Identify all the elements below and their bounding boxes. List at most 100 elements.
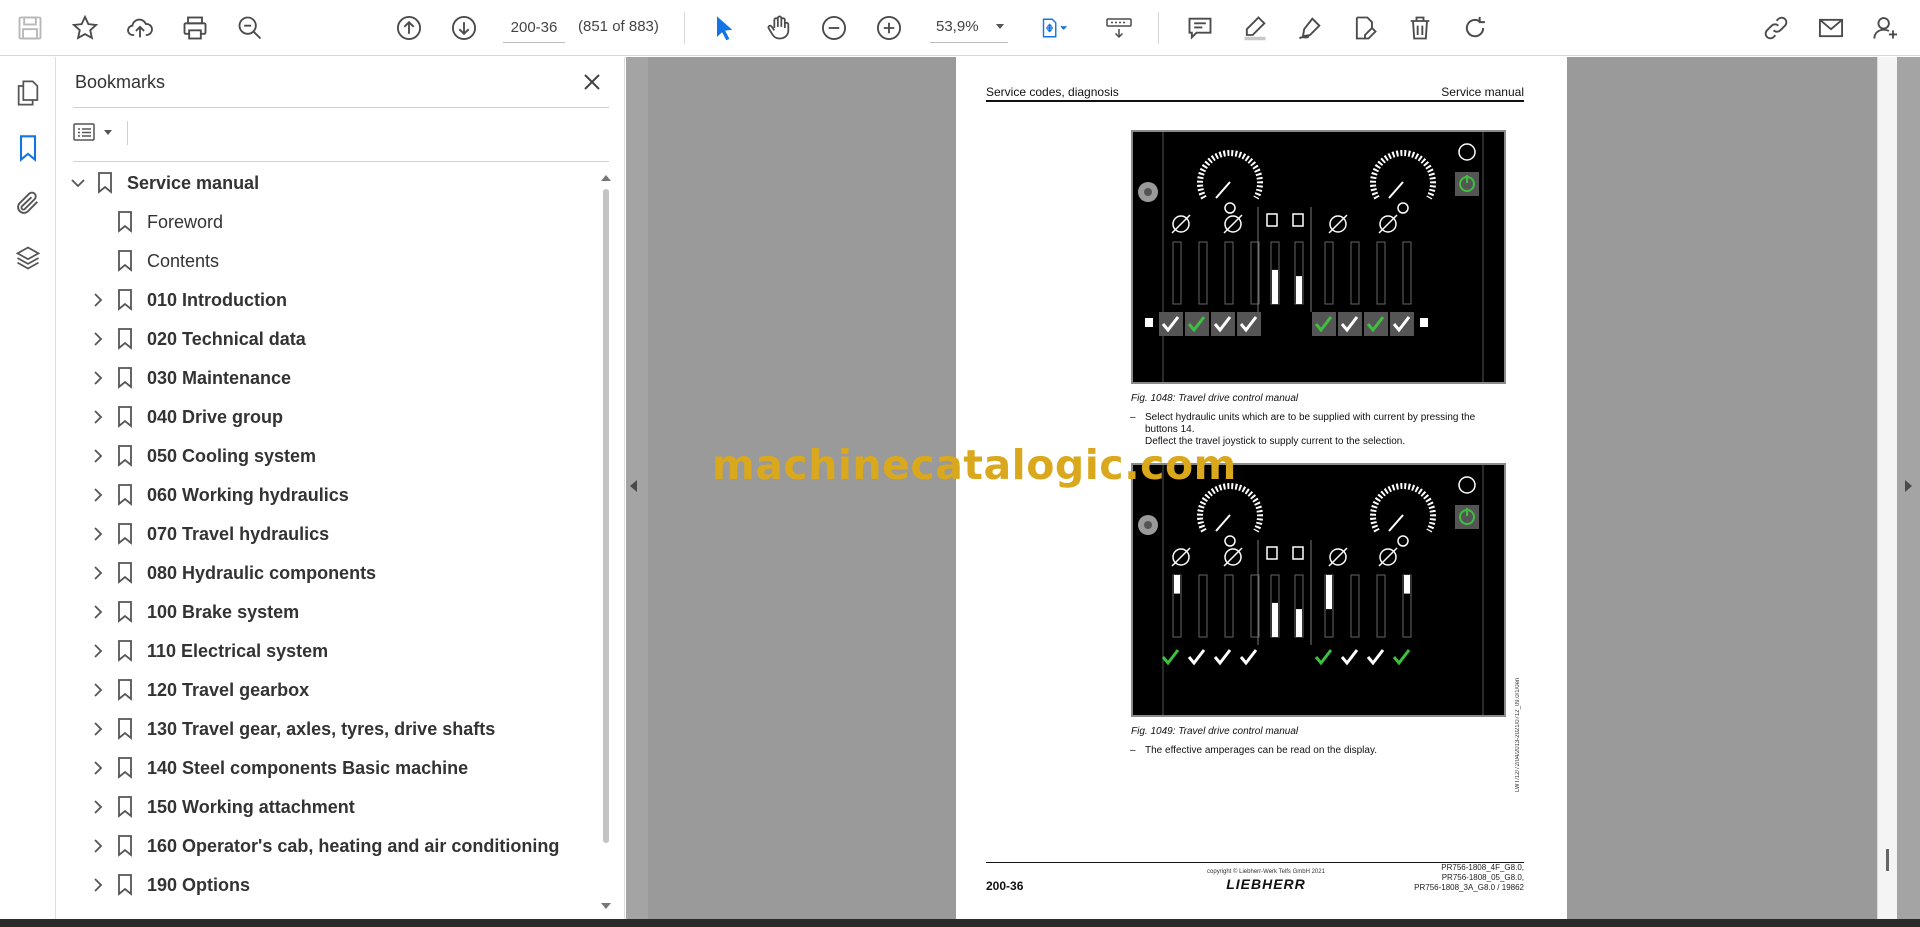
highlight-pen-icon[interactable]: [1237, 10, 1273, 46]
bookmark-item[interactable]: 100 Brake system: [87, 594, 299, 630]
share-link-icon[interactable]: [1758, 10, 1794, 46]
bookmark-label: 080 Hydraulic components: [147, 562, 377, 583]
chevron-right-icon[interactable]: [87, 406, 109, 428]
zoom-out-icon[interactable]: [816, 10, 852, 46]
chevron-right-icon[interactable]: [87, 796, 109, 818]
bookmark-icon: [115, 795, 135, 819]
page-count: (851 of 883): [578, 18, 659, 35]
rotate-redo-icon[interactable]: [1457, 10, 1493, 46]
bookmark-item[interactable]: Foreword: [87, 204, 223, 240]
chevron-right-icon[interactable]: [87, 718, 109, 740]
bookmark-icon: [115, 639, 135, 663]
chevron-right-icon[interactable]: [87, 328, 109, 350]
draw-signature-icon[interactable]: [1292, 10, 1328, 46]
figure-1048-text-1: Select hydraulic units which are to be s…: [1145, 412, 1476, 435]
bookmark-label: 140 Steel components Basic machine: [147, 757, 469, 778]
bookmark-item[interactable]: 020 Technical data: [87, 321, 306, 357]
add-user-icon[interactable]: [1868, 10, 1904, 46]
bookmark-item[interactable]: 070 Travel hydraulics: [87, 516, 329, 552]
bookmark-label: 070 Travel hydraulics: [147, 523, 330, 544]
figure-1049-instruction: – The effective amperages can be read on…: [1130, 745, 1377, 756]
bookmark-label: Service manual: [127, 172, 260, 193]
bookmark-item[interactable]: 140 Steel components Basic machine: [87, 750, 468, 786]
save-icon[interactable]: [12, 10, 48, 46]
chevron-right-icon[interactable]: [87, 523, 109, 545]
bookmark-label: 040 Drive group: [147, 406, 284, 427]
email-envelope-icon[interactable]: [1813, 10, 1849, 46]
collapse-left-panel-icon[interactable]: [630, 480, 637, 492]
chevron-down-icon[interactable]: [67, 172, 89, 194]
chevron-right-icon[interactable]: [87, 679, 109, 701]
attachments-paperclip-icon[interactable]: [10, 185, 46, 221]
chevron-right-icon[interactable]: [87, 484, 109, 506]
bookmark-scroll-thumb[interactable]: [603, 189, 609, 843]
chevron-right-icon[interactable]: [87, 640, 109, 662]
bookmark-label: 160 Operator's cab, heating and air cond…: [147, 835, 560, 856]
upload-cloud-icon[interactable]: [122, 10, 158, 46]
chevron-right-icon[interactable]: [87, 445, 109, 467]
close-icon[interactable]: [577, 67, 607, 97]
bookmark-item[interactable]: 160 Operator's cab, heating and air cond…: [87, 828, 559, 864]
scroll-down-arrow-icon[interactable]: [601, 903, 611, 909]
document-scrollbar[interactable]: [1877, 57, 1897, 919]
current-bar-fill: [1272, 269, 1278, 304]
page-header-section: Service codes, diagnosis: [986, 85, 1119, 99]
expand-right-panel-icon[interactable]: [1905, 480, 1912, 492]
layers-icon[interactable]: [10, 240, 46, 276]
panel-divider: [73, 161, 609, 162]
bookmark-item[interactable]: 060 Working hydraulics: [87, 477, 349, 513]
bookmark-item[interactable]: 110 Electrical system: [87, 633, 328, 669]
bookmark-item[interactable]: 050 Cooling system: [87, 438, 316, 474]
bookmark-icon: [115, 366, 135, 390]
fit-page-icon[interactable]: [1030, 10, 1078, 46]
edit-pdf-icon[interactable]: [1347, 10, 1383, 46]
chevron-right-icon[interactable]: [87, 562, 109, 584]
page-thumbnails-icon[interactable]: [10, 75, 46, 111]
bookmark-item[interactable]: 030 Maintenance: [87, 360, 291, 396]
scroll-mode-icon[interactable]: [1099, 10, 1139, 46]
comment-icon[interactable]: [1182, 10, 1218, 46]
document-scroll-thumb[interactable]: [1886, 849, 1889, 871]
chevron-right-icon[interactable]: [87, 367, 109, 389]
figure-1049-caption: Fig. 1049: Travel drive control manual: [1131, 726, 1299, 737]
bookmarks-panel-icon[interactable]: [10, 130, 46, 166]
display-background: [1133, 132, 1504, 382]
next-page-icon[interactable]: [446, 10, 482, 46]
bookmark-item[interactable]: 120 Travel gearbox: [87, 672, 309, 708]
bookmark-icon: [115, 405, 135, 429]
find-zoom-icon[interactable]: [232, 10, 268, 46]
chevron-right-icon[interactable]: [87, 835, 109, 857]
chevron-right-icon[interactable]: [87, 757, 109, 779]
chevron-right-icon[interactable]: [87, 601, 109, 623]
footer-models: PR756-1808_4F_G8.0, PR756-1808_05_G8.0, …: [1414, 863, 1524, 893]
bookmark-item[interactable]: 010 Introduction: [87, 282, 287, 318]
toolbar-divider: [1158, 12, 1159, 44]
zoom-in-icon[interactable]: [871, 10, 907, 46]
liebherr-logo: LIEBHERR: [1226, 876, 1306, 892]
print-icon[interactable]: [177, 10, 213, 46]
bookmark-icon: [115, 249, 135, 273]
bookmark-item[interactable]: 130 Travel gear, axles, tyres, drive sha…: [87, 711, 495, 747]
previous-page-icon[interactable]: [391, 10, 427, 46]
footer-model-line: PR756-1808_3A_G8.0 / 19862: [1414, 883, 1524, 892]
scroll-up-arrow-icon[interactable]: [601, 175, 611, 181]
chevron-right-icon[interactable]: [87, 874, 109, 896]
delete-trash-icon[interactable]: [1402, 10, 1438, 46]
bookmark-item[interactable]: 150 Working attachment: [87, 789, 355, 825]
page-number-input[interactable]: [503, 13, 565, 43]
bookmark-item[interactable]: 190 Options: [87, 867, 250, 903]
bookmark-item[interactable]: Contents: [87, 243, 219, 279]
bookmark-star-icon[interactable]: [67, 10, 103, 46]
bookmark-options-button[interactable]: [73, 117, 117, 147]
chevron-right-icon[interactable]: [87, 289, 109, 311]
zoom-select[interactable]: 53,9%: [930, 13, 1008, 43]
hand-tool-icon[interactable]: [761, 10, 797, 46]
select-cursor-icon[interactable]: [706, 10, 742, 46]
figure-1049-drawing: [1133, 465, 1504, 715]
bookmark-icon: [115, 600, 135, 624]
bookmark-item[interactable]: Service manual: [67, 165, 259, 201]
bookmark-item[interactable]: 080 Hydraulic components: [87, 555, 376, 591]
bookmark-label: 110 Electrical system: [147, 640, 329, 661]
bookmark-item[interactable]: 040 Drive group: [87, 399, 283, 435]
adjacent-page-right: [1567, 57, 1877, 919]
